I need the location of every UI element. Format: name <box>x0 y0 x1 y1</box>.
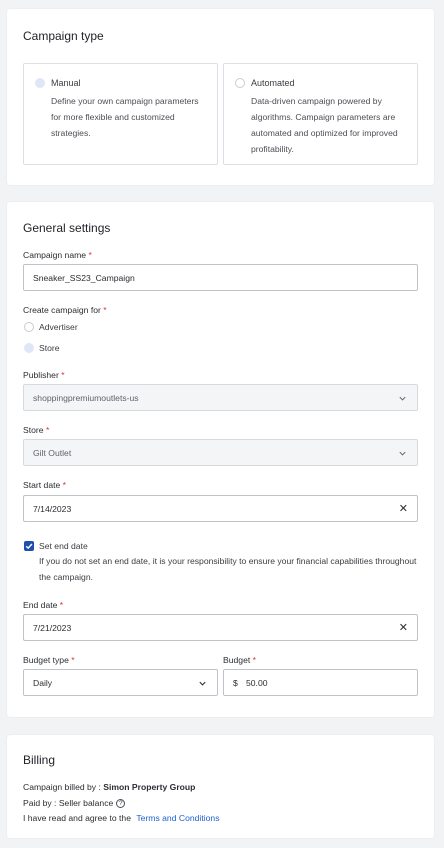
store-radio[interactable] <box>24 343 34 353</box>
billing-card: Billing Campaign billed by : Simon Prope… <box>7 735 434 838</box>
budget-currency: $ <box>233 678 238 688</box>
agree-text: I have read and agree to the <box>23 813 131 823</box>
terms-link[interactable]: Terms and Conditions <box>136 813 219 823</box>
chevron-down-icon <box>199 681 206 686</box>
automated-option-description: Data-driven campaign powered by algorith… <box>251 96 398 154</box>
start-date-value: 7/14/2023 <box>33 504 72 514</box>
chevron-down-icon <box>399 451 406 456</box>
checkmark-icon <box>25 543 33 550</box>
campaign-type-title: Campaign type <box>23 29 104 43</box>
store-select[interactable]: Gilt Outlet <box>23 439 418 466</box>
campaign-name-label: Campaign name * <box>23 250 92 260</box>
general-settings-card: General settings Campaign name * Sneaker… <box>7 202 434 717</box>
paid-by-line: Paid by : Seller balance? <box>23 798 126 809</box>
start-date-input[interactable]: 7/14/2023 ✕ <box>23 495 418 522</box>
create-for-label: Create campaign for * <box>23 305 107 315</box>
manual-option-title: Manual <box>51 78 81 88</box>
chevron-down-icon <box>399 396 406 401</box>
clear-start-date-icon[interactable]: ✕ <box>399 504 408 515</box>
billed-by-label: Campaign billed by : <box>23 782 101 792</box>
store-radio-label[interactable]: Store <box>39 343 60 353</box>
campaign-name-value: Sneaker_SS23_Campaign <box>33 273 135 283</box>
store-label: Store * <box>23 425 50 435</box>
set-end-date-checkbox[interactable] <box>24 541 34 551</box>
automated-radio[interactable] <box>235 78 245 88</box>
budget-type-select[interactable]: Daily <box>23 669 218 696</box>
store-value: Gilt Outlet <box>33 448 72 458</box>
budget-input[interactable]: $ 50.00 <box>223 669 418 696</box>
start-date-label: Start date * <box>23 480 67 490</box>
end-date-input[interactable]: 7/21/2023 ✕ <box>23 614 418 641</box>
automated-option[interactable]: Automated Data-driven campaign powered b… <box>223 63 418 165</box>
advertiser-radio-label[interactable]: Advertiser <box>39 322 78 332</box>
billed-by-value: Simon Property Group <box>103 782 196 792</box>
publisher-label: Publisher * <box>23 370 65 380</box>
budget-value: 50.00 <box>246 678 268 688</box>
manual-option[interactable]: Manual Define your own campaign paramete… <box>23 63 218 165</box>
manual-option-description: Define your own campaign parameters for … <box>51 96 199 138</box>
publisher-select[interactable]: shoppingpremiumoutlets-us <box>23 384 418 411</box>
manual-radio[interactable] <box>35 78 45 88</box>
budget-type-label: Budget type * <box>23 655 75 665</box>
campaign-name-input[interactable]: Sneaker_SS23_Campaign <box>23 264 418 291</box>
clear-end-date-icon[interactable]: ✕ <box>399 623 408 634</box>
budget-type-value: Daily <box>33 678 53 688</box>
budget-label: Budget * <box>223 655 256 665</box>
terms-line: I have read and agree to the Terms and C… <box>23 813 220 823</box>
campaign-type-card: Campaign type Manual Define your own cam… <box>7 9 434 185</box>
paid-by-text: Paid by : Seller balance <box>23 798 114 808</box>
help-icon[interactable]: ? <box>116 799 126 809</box>
advertiser-radio[interactable] <box>24 322 34 332</box>
automated-option-title: Automated <box>251 78 295 88</box>
end-date-label: End date * <box>23 600 64 610</box>
billing-title: Billing <box>23 753 56 767</box>
end-date-helper-text: If you do not set an end date, it is you… <box>39 556 417 582</box>
set-end-date-label[interactable]: Set end date <box>39 541 88 551</box>
end-date-value: 7/21/2023 <box>33 623 72 633</box>
general-settings-title: General settings <box>23 221 111 235</box>
publisher-value: shoppingpremiumoutlets-us <box>33 393 139 403</box>
billed-by-line: Campaign billed by : Simon Property Grou… <box>23 782 195 792</box>
